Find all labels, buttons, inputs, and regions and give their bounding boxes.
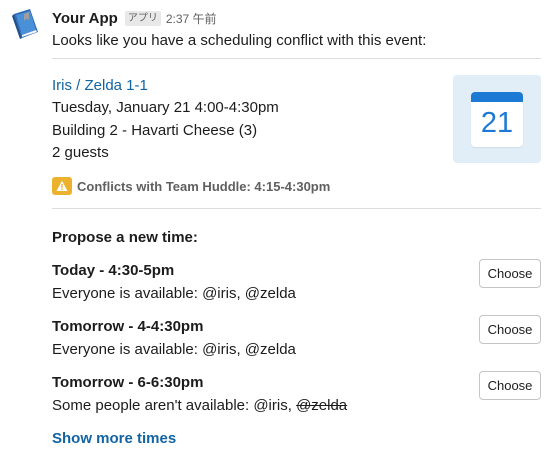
app-name[interactable]: Your App — [52, 10, 118, 27]
calendar-thumbnail: 21 — [453, 75, 541, 163]
conflict-notice: Conflicts with Team Huddle: 4:15-4:30pm — [52, 176, 330, 196]
calendar-day-number: 21 — [480, 107, 514, 139]
availability-prefix: Some people aren't available: @iris, — [52, 397, 297, 414]
divider — [52, 58, 541, 59]
conflict-text: Conflicts with Team Huddle: 4:15-4:30pm — [77, 178, 331, 194]
divider — [52, 208, 541, 209]
event-datetime: Tuesday, January 21 4:00-4:30pm — [52, 99, 279, 116]
option-availability: Everyone is available: @iris, @zelda — [52, 285, 296, 302]
event-title-link[interactable]: Iris / Zelda 1-1 — [52, 76, 148, 96]
event-location: Building 2 - Havarti Cheese (3) — [52, 122, 258, 139]
show-more-times-link[interactable]: Show more times — [52, 429, 176, 449]
unavailable-user-mention[interactable]: @zelda — [296, 397, 347, 414]
option-time: Today - 4:30-5pm — [52, 262, 175, 279]
app-badge: アプリ — [124, 10, 161, 26]
choose-button[interactable]: Choose — [479, 315, 541, 344]
choose-button[interactable]: Choose — [479, 259, 541, 288]
choose-button[interactable]: Choose — [479, 371, 541, 400]
message-header: Your App アプリ 2:37 午前 — [52, 8, 217, 28]
app-avatar-book-icon[interactable] — [10, 8, 40, 40]
propose-title: Propose a new time: — [52, 229, 198, 246]
message-timestamp[interactable]: 2:37 午前 — [166, 10, 217, 27]
option-time: Tomorrow - 6-6:30pm — [52, 374, 204, 391]
calendar-icon: 21 — [471, 92, 523, 147]
event-guests: 2 guests — [52, 144, 109, 161]
option-availability: Everyone is available: @iris, @zelda — [52, 341, 296, 358]
message-intro-text: Looks like you have a scheduling conflic… — [52, 32, 427, 49]
option-time: Tomorrow - 4-4:30pm — [52, 318, 204, 335]
warning-icon — [52, 177, 72, 195]
option-availability: Some people aren't available: @iris, @ze… — [52, 396, 347, 416]
